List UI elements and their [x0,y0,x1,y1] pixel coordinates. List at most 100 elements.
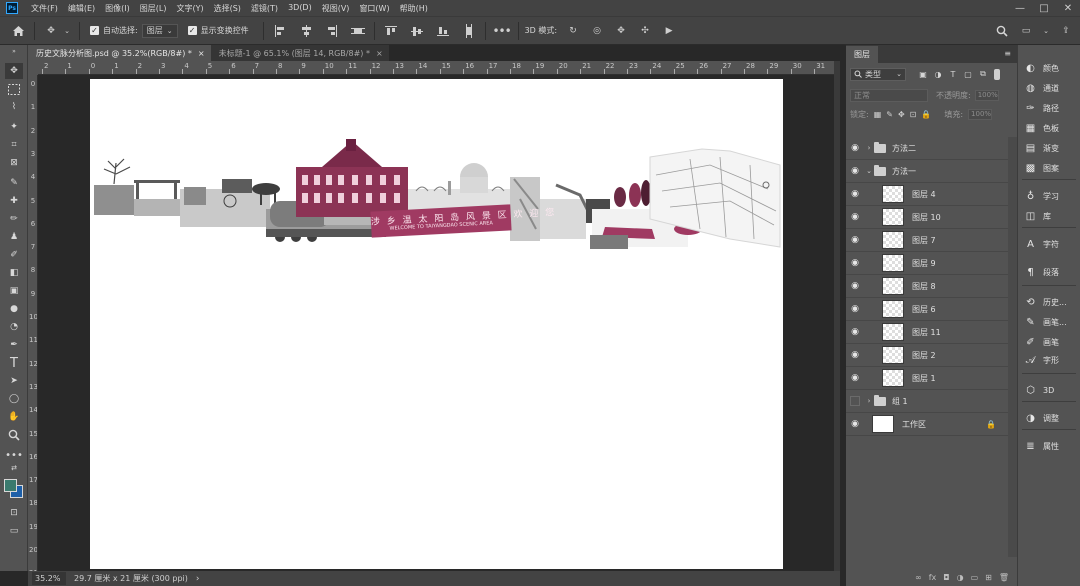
menu-item[interactable]: 窗口(W) [354,3,394,14]
menu-item[interactable]: 编辑(E) [63,3,100,14]
lasso-tool-icon[interactable]: ⌇ [5,99,23,115]
chevron-down-icon[interactable]: ⌄ [63,23,71,39]
status-menu-arrow-icon[interactable]: › [196,574,200,584]
layer-row[interactable]: ◉ 图层 2 [846,344,1008,367]
close-icon[interactable]: × [376,49,383,58]
screen-mode-icon[interactable]: ▭ [5,523,23,539]
path-selection-tool-icon[interactable]: ➤ [5,373,23,389]
dodge-tool-icon[interactable]: ◔ [5,319,23,335]
visibility-eye-icon[interactable]: ◉ [846,327,864,337]
lock-transparent-icon[interactable]: ▦ [874,110,882,119]
distribute-icon[interactable] [350,23,366,39]
gradient-tool-icon[interactable]: ▣ [5,283,23,299]
visibility-eye-icon[interactable]: ◉ [846,419,864,429]
history-brush-tool-icon[interactable]: ✐ [5,247,23,263]
layer-list-scrollbar[interactable] [1008,137,1017,557]
pen-tool-icon[interactable]: ✒ [5,337,23,353]
dock-item-history[interactable]: ⟲ 历史... [1024,293,1080,311]
link-layers-icon[interactable]: ∞ [915,573,922,582]
zoom-tool-icon[interactable] [5,427,23,443]
dock-item-brushes[interactable]: ✐ 画笔 [1024,333,1080,351]
dock-item-gradient[interactable]: ▤ 渐变 [1024,139,1080,157]
layer-filter-dropdown[interactable]: 类型 ⌄ [850,67,906,81]
clone-stamp-tool-icon[interactable]: ♟ [5,229,23,245]
chevron-down-icon[interactable]: ⌄ [864,167,874,175]
lock-pixels-icon[interactable]: ✎ [886,110,893,119]
filter-toggle[interactable] [994,68,1000,80]
add-mask-icon[interactable]: ◘ [943,573,949,582]
visibility-eye-icon[interactable]: ◉ [846,281,864,291]
menu-item[interactable]: 帮助(H) [395,3,433,14]
toolbar-collapse-icon[interactable]: » [5,47,23,55]
type-tool-icon[interactable]: T [5,355,23,371]
dock-item-glyphs[interactable]: 𝒜 字形 [1024,351,1080,369]
frame-tool-icon[interactable]: ⊠ [5,155,23,171]
menu-item[interactable]: 滤镜(T) [246,3,283,14]
quick-mask-icon[interactable]: ⊡ [5,505,23,521]
lock-position-icon[interactable]: ✥ [898,110,905,119]
magic-wand-tool-icon[interactable]: ✦ [5,119,23,135]
opacity-field[interactable]: 100% [974,89,999,101]
more-options-icon[interactable]: ••• [492,23,511,39]
move-tool-icon[interactable]: ✥ [43,23,59,39]
foreground-color-swatch[interactable] [4,479,17,492]
close-icon[interactable]: ✕ [1056,0,1080,16]
home-icon[interactable] [10,23,26,39]
filter-smart-object-icon[interactable]: ⧉ [977,68,989,80]
filter-type-icon[interactable]: T [947,68,959,80]
document-canvas[interactable]: 涉 乡 温 太 阳 岛 风 景 区 欢 迎 您 WELCOME TO TAIYA… [90,79,783,569]
align-bottom-icon[interactable] [435,23,451,39]
zoom-level-field[interactable]: 35.2% [32,572,66,585]
close-icon[interactable]: × [198,49,205,58]
menu-item[interactable]: 3D(D) [283,3,317,14]
align-top-icon[interactable] [383,23,399,39]
3d-slide-icon[interactable]: ✣ [637,23,653,39]
dock-item-adjustments[interactable]: ◑ 调整 [1024,409,1080,427]
blur-tool-icon[interactable]: ● [5,301,23,317]
dock-item-libraries[interactable]: ◫ 库 [1024,207,1080,225]
new-layer-icon[interactable]: ⊞ [985,573,992,582]
layer-group-row[interactable]: ◉ ⌄ 方法一 [846,160,1008,183]
align-right-icon[interactable] [324,23,340,39]
workspace-icon[interactable]: ▭ [1018,23,1034,39]
3d-roll-icon[interactable]: ◎ [589,23,605,39]
tab-document-2[interactable]: 未标题-1 @ 65.1% (图层 14, RGB/8#) * × [210,45,389,61]
layer-row[interactable]: ◉ 图层 10 [846,206,1008,229]
menu-item[interactable]: 视图(V) [317,3,355,14]
align-left-icon[interactable] [272,23,288,39]
visibility-eye-icon[interactable]: ◉ [846,350,864,360]
maximize-icon[interactable]: □ [1032,0,1056,16]
move-tool-icon[interactable]: ✥ [5,63,23,79]
distribute-vertical-icon[interactable] [461,23,477,39]
swap-colors-icon[interactable]: ⇄ [5,463,23,473]
dock-item-properties[interactable]: ≣ 属性 [1024,437,1080,455]
dock-item-channels[interactable]: ◍ 通道 [1024,79,1080,97]
filter-adjustment-icon[interactable]: ◑ [932,68,944,80]
share-icon[interactable]: ⇪ [1058,23,1074,39]
visibility-eye-icon[interactable]: ◉ [846,304,864,314]
3d-camera-icon[interactable]: ▶ [661,23,677,39]
dock-item-color[interactable]: ◐ 颜色 [1024,59,1080,77]
filter-pixel-icon[interactable]: ▣ [917,68,929,80]
dock-item-paths[interactable]: ✑ 路径 [1024,99,1080,117]
fill-field[interactable]: 100% [968,108,993,120]
delete-layer-icon[interactable]: 🗑 [999,573,1009,582]
layer-group-row[interactable]: ◉ › 方法二 [846,137,1008,160]
layer-row[interactable]: ◉ 图层 7 [846,229,1008,252]
visibility-eye-icon[interactable]: ◉ [846,212,864,222]
menu-item[interactable]: 文字(Y) [171,3,208,14]
adjustment-layer-icon[interactable]: ◑ [957,573,964,582]
dock-item-3d[interactable]: ⬡ 3D [1024,381,1080,399]
layer-style-icon[interactable]: fx [929,573,937,582]
show-transform-checkbox[interactable]: ✓ 显示变换控件 [187,25,249,36]
tab-layers[interactable]: 图层 [846,46,878,63]
new-group-icon[interactable]: ▭ [971,573,979,582]
dock-item-patterns[interactable]: ▩ 图案 [1024,159,1080,177]
dock-item-brush-settings[interactable]: ✎ 画笔... [1024,313,1080,331]
more-tools-icon[interactable]: ••• [5,447,23,463]
filter-shape-icon[interactable]: ▢ [962,68,974,80]
lock-all-icon[interactable]: 🔒 [921,110,931,119]
lock-artboard-icon[interactable]: ⊡ [910,110,917,119]
3d-pan-icon[interactable]: ✥ [613,23,629,39]
auto-select-checkbox[interactable]: ✓ 自动选择: [90,25,138,36]
